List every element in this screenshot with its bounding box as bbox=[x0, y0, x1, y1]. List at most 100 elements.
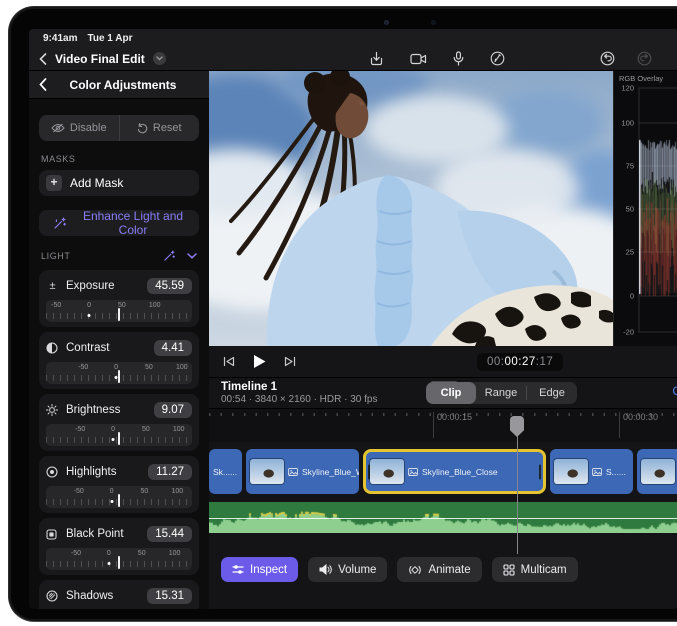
edit-mode-segment: Clip Range Edge bbox=[426, 382, 577, 404]
add-mask-label: Add Mask bbox=[70, 176, 123, 190]
timeline-ruler[interactable]: 00:00:15 00:00:30 bbox=[209, 408, 677, 442]
slider-name: Contrast bbox=[66, 342, 147, 354]
mode-edge-button[interactable]: Edge bbox=[527, 382, 577, 404]
audio-level-line[interactable] bbox=[209, 518, 677, 519]
clip-name: Sk...... bbox=[213, 467, 237, 477]
clip[interactable]: Sk...... bbox=[209, 449, 242, 494]
photo-icon bbox=[288, 468, 298, 476]
microphone-icon[interactable] bbox=[453, 51, 464, 66]
clip-name: Skyline_Blue_Wide bbox=[302, 467, 359, 477]
pencil-circle-icon[interactable] bbox=[490, 51, 505, 66]
scope-tick: -20 bbox=[614, 328, 634, 337]
clip[interactable]: S...... bbox=[550, 449, 633, 494]
ruler-tick-label: 50 bbox=[142, 426, 150, 433]
animate-button[interactable]: Animate bbox=[397, 557, 481, 582]
clock: 9:41am bbox=[43, 33, 77, 44]
mode-range-button[interactable]: Range bbox=[476, 382, 526, 404]
ruler-tick-label: 50 bbox=[138, 550, 146, 557]
ruler-tick-label: 50 bbox=[145, 364, 153, 371]
enhance-label: Enhance Light and Color bbox=[74, 209, 192, 237]
slider-value[interactable]: 45.59 bbox=[147, 278, 192, 294]
speaker-icon bbox=[319, 564, 332, 575]
undo-icon[interactable] bbox=[600, 51, 615, 66]
previous-frame-button[interactable] bbox=[223, 356, 235, 367]
slider-ruler[interactable]: -50050100 bbox=[46, 424, 192, 446]
reset-button[interactable]: Reset bbox=[120, 115, 200, 141]
highlights-icon bbox=[46, 466, 59, 478]
transport-bar: 00:00:27:17 bbox=[209, 346, 677, 378]
scope-tick: 100 bbox=[614, 119, 634, 128]
ruler-tick-label: 100 bbox=[176, 364, 188, 371]
viewer-frame-image bbox=[209, 71, 613, 346]
slider-value[interactable]: 15.44 bbox=[147, 526, 192, 542]
play-button[interactable] bbox=[253, 354, 266, 369]
rgb-overlay-scope: RGB Overlay 120 100 75 50 25 bbox=[613, 71, 677, 346]
color-adjustments-panel: Color Adjustments Disable bbox=[29, 71, 209, 609]
slider-value[interactable]: 15.31 bbox=[147, 588, 192, 604]
reset-icon bbox=[137, 123, 148, 134]
cropped-button-fragment: C bbox=[672, 384, 677, 398]
inspect-sliders-icon bbox=[232, 564, 244, 575]
slider-value[interactable]: 4.41 bbox=[154, 340, 192, 356]
playhead-line bbox=[517, 436, 519, 554]
contrast-icon bbox=[46, 342, 59, 354]
multicam-button[interactable]: Multicam bbox=[492, 557, 578, 582]
black-point-icon bbox=[46, 529, 59, 540]
slider-contrast: Contrast 4.41 -50050100 bbox=[39, 332, 199, 389]
photo-icon bbox=[592, 468, 602, 476]
plus-icon: + bbox=[46, 175, 62, 191]
panel-back-icon[interactable] bbox=[39, 78, 47, 91]
slider-value[interactable]: 11.27 bbox=[148, 464, 192, 480]
slider-name: Shadows bbox=[66, 590, 140, 602]
audio-track[interactable] bbox=[209, 502, 677, 533]
timeline-toolbar: Inspect Volume Animate bbox=[221, 557, 677, 582]
volume-label: Volume bbox=[338, 564, 376, 576]
clip[interactable] bbox=[637, 449, 677, 494]
next-frame-button[interactable] bbox=[284, 356, 296, 367]
ruler-tick-label: -50 bbox=[51, 302, 61, 309]
video-camera-icon[interactable] bbox=[410, 53, 427, 65]
slider-name: Brightness bbox=[66, 404, 147, 416]
slider-name: Exposure bbox=[66, 280, 140, 292]
collapse-chevron-icon[interactable] bbox=[187, 250, 197, 262]
clip-selected[interactable]: Skyline_Blue_Close bbox=[363, 449, 546, 494]
front-camera bbox=[384, 20, 389, 25]
slider-name: Highlights bbox=[66, 466, 141, 478]
panel-title: Color Adjustments bbox=[47, 78, 199, 92]
slider-value[interactable]: 9.07 bbox=[154, 402, 192, 418]
add-mask-button[interactable]: + Add Mask bbox=[39, 170, 199, 196]
slider-ruler[interactable]: -50050100 bbox=[46, 486, 192, 508]
animate-icon bbox=[408, 564, 422, 576]
ruler-tick-label: -50 bbox=[75, 426, 85, 433]
slider-ruler[interactable]: -50050100 bbox=[46, 300, 192, 322]
enhance-light-color-button[interactable]: Enhance Light and Color bbox=[39, 210, 199, 236]
scope-tick: 50 bbox=[614, 205, 634, 214]
ruler-tick-label: -50 bbox=[78, 364, 88, 371]
clip-thumbnail bbox=[641, 459, 675, 484]
reset-label: Reset bbox=[153, 122, 182, 134]
slider-brightness: Brightness 9.07 -50050100 bbox=[39, 394, 199, 451]
ruler-tick-label: 100 bbox=[149, 302, 161, 309]
mode-clip-button[interactable]: Clip bbox=[426, 382, 476, 404]
auto-enhance-icon[interactable] bbox=[163, 250, 175, 262]
trim-handle-right[interactable] bbox=[539, 464, 541, 479]
clip-name: Skyline_Blue_Close bbox=[422, 467, 498, 477]
import-icon[interactable] bbox=[369, 51, 384, 66]
slider-highlights: Highlights 11.27 -50050100 bbox=[39, 456, 199, 513]
clip-thumbnail bbox=[370, 459, 404, 484]
ruler-tick-label: -50 bbox=[71, 550, 81, 557]
slider-shadows: Shadows 15.31 -50050100 bbox=[39, 580, 199, 609]
back-icon[interactable] bbox=[39, 53, 47, 65]
brightness-icon bbox=[46, 404, 59, 416]
slider-ruler[interactable]: -50050100 bbox=[46, 362, 192, 384]
date: Tue 1 Apr bbox=[87, 33, 132, 44]
title-chevron-down-icon[interactable] bbox=[153, 52, 166, 65]
inspect-button[interactable]: Inspect bbox=[221, 557, 298, 582]
ruler-zero-dot bbox=[112, 438, 115, 441]
clip[interactable]: Skyline_Blue_Wide bbox=[246, 449, 359, 494]
trim-handle-left[interactable] bbox=[368, 464, 370, 479]
slider-ruler[interactable]: -50050100 bbox=[46, 548, 192, 570]
project-title[interactable]: Video Final Edit bbox=[55, 52, 145, 66]
disable-button[interactable]: Disable bbox=[39, 115, 120, 141]
volume-button[interactable]: Volume bbox=[308, 557, 387, 582]
